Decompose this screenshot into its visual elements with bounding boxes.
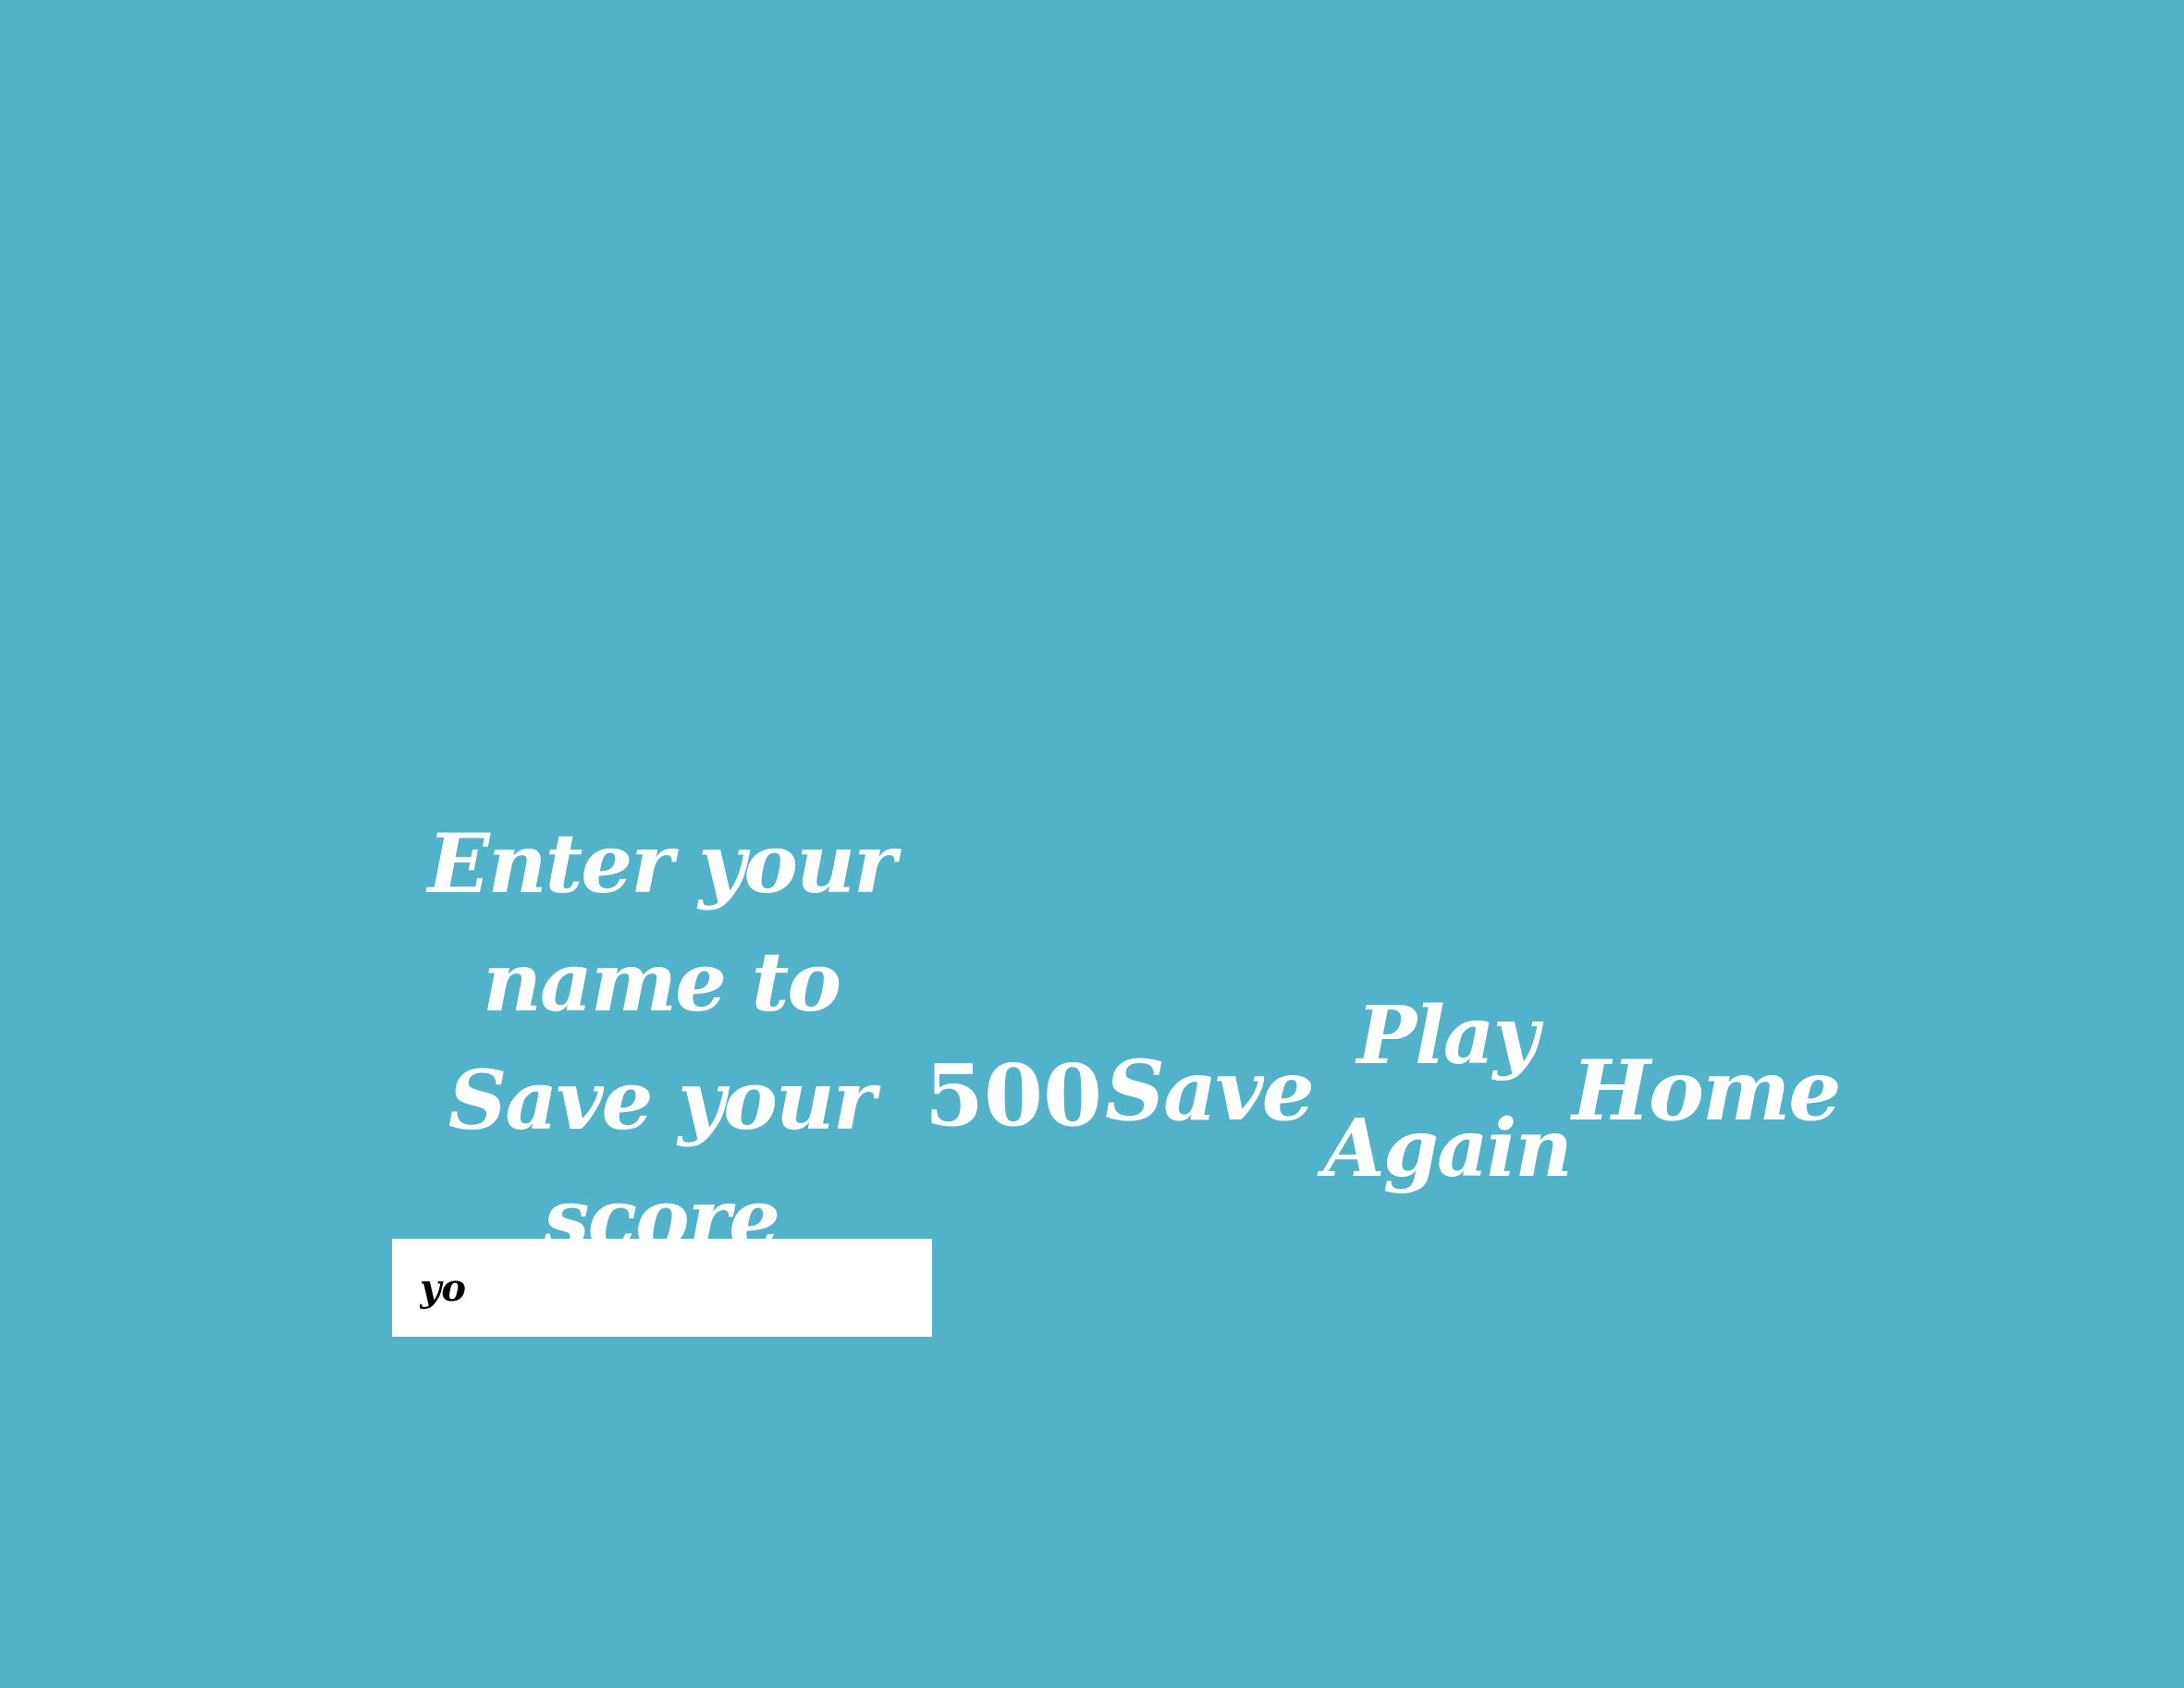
game-over-screen: Enter your name to Save your score 500 S… [0,0,2184,1688]
save-score-prompt: Enter your name to Save your score [427,815,897,1266]
play-again-button[interactable]: Play Again [1313,980,1581,1205]
home-button[interactable]: Home [1572,1031,1842,1151]
name-input[interactable] [392,1239,932,1337]
save-button[interactable]: Save [1105,1031,1315,1151]
score-value: 500 [925,1046,1103,1145]
